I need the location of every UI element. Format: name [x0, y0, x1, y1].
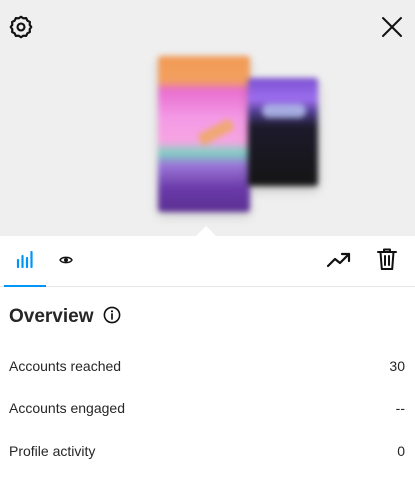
delete-button[interactable]: [366, 236, 408, 286]
stat-value: 30: [389, 358, 405, 374]
stat-label: Accounts engaged: [9, 400, 125, 416]
story-preview-area: [0, 0, 415, 236]
story-thumbnails: [150, 50, 330, 220]
stat-label: Accounts reached: [9, 358, 122, 374]
tab-insights[interactable]: [0, 236, 50, 287]
stat-label: Profile activity: [9, 443, 96, 459]
story-insights-screen: Overview Accounts reached 30 Accounts en…: [0, 0, 415, 488]
gear-icon: [8, 14, 34, 45]
close-icon: [381, 16, 403, 43]
stat-row-profile-activity[interactable]: Profile activity 0: [9, 440, 405, 462]
stat-value: --: [395, 400, 405, 416]
close-button[interactable]: [372, 9, 412, 49]
promote-button[interactable]: [318, 236, 360, 286]
settings-button[interactable]: [1, 9, 41, 49]
overview-header: Overview: [9, 304, 122, 330]
trending-up-icon: [326, 250, 352, 273]
story-thumbnail-current[interactable]: [158, 56, 250, 212]
bar-chart-icon: [15, 249, 35, 274]
info-button[interactable]: [102, 306, 122, 329]
story-thumbnail-next[interactable]: [248, 78, 318, 186]
trash-icon: [376, 247, 398, 276]
info-icon: [103, 306, 121, 329]
eye-icon: [59, 252, 73, 270]
stat-value: 0: [397, 443, 405, 459]
overview-title: Overview: [9, 306, 94, 327]
stat-row-accounts-reached[interactable]: Accounts reached 30: [9, 355, 405, 377]
stat-row-accounts-engaged[interactable]: Accounts engaged --: [9, 397, 405, 419]
insights-tab-bar: [0, 236, 415, 287]
tab-viewers[interactable]: [46, 236, 86, 286]
selected-story-pointer: [196, 226, 216, 236]
